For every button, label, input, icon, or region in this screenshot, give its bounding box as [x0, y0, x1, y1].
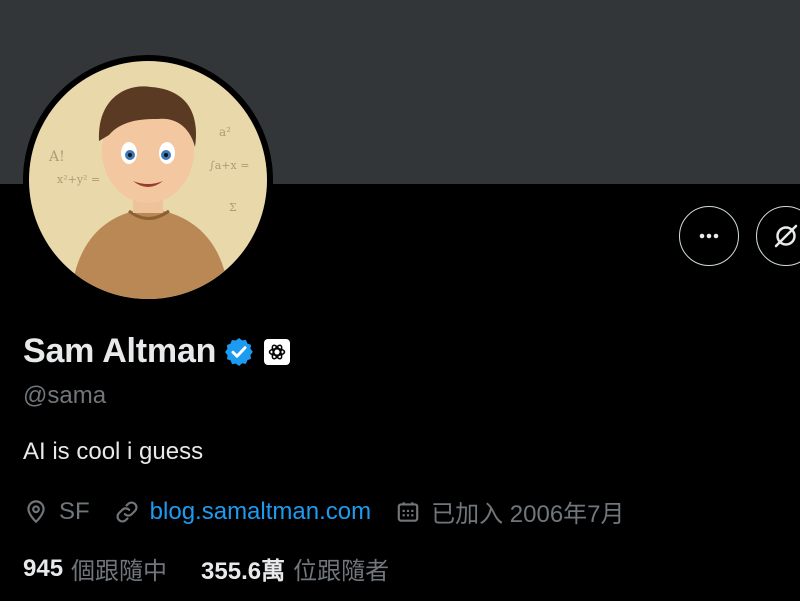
more-options-button[interactable] — [679, 206, 739, 266]
location-item: SF — [23, 498, 90, 526]
svg-text:∫a+x =: ∫a+x = — [209, 159, 249, 172]
display-name: Sam Altman — [23, 332, 217, 370]
username-handle: @sama — [23, 382, 107, 409]
avatar-illustration: A! x²+y² = a² ∫a+x = Σ — [29, 61, 267, 299]
website-link[interactable]: blog.samaltman.com — [150, 498, 371, 526]
svg-text:A!: A! — [48, 149, 65, 165]
grok-icon — [774, 224, 798, 248]
following-count: 945 — [23, 554, 64, 582]
svg-text:a²: a² — [219, 125, 231, 139]
verified-badge-icon[interactable] — [223, 336, 255, 368]
more-dots-icon — [699, 233, 719, 239]
profile-bio: AI is cool i guess — [23, 438, 204, 465]
follow-stats: 945 個跟隨中 355.6萬 位跟隨者 — [23, 551, 423, 586]
grok-button[interactable] — [756, 206, 800, 266]
website-item: blog.samaltman.com — [114, 498, 371, 526]
followers-label: 位跟隨者 — [293, 558, 390, 585]
following-link[interactable]: 945 個跟隨中 — [23, 551, 167, 586]
map-pin-icon — [27, 499, 45, 523]
location-text: SF — [59, 497, 90, 525]
profile-avatar[interactable]: A! x²+y² = a² ∫a+x = Σ — [23, 55, 273, 305]
svg-text:Σ: Σ — [229, 201, 237, 214]
following-label: 個跟隨中 — [71, 558, 168, 585]
link-icon — [116, 500, 138, 523]
svg-text:x²+y² =: x²+y² = — [57, 173, 100, 186]
calendar-icon — [397, 501, 419, 522]
openai-logo-icon — [269, 344, 286, 359]
joined-item: 已加入 2006年7月 — [395, 494, 625, 529]
org-affiliation-badge[interactable] — [264, 338, 291, 365]
profile-meta: SF blog.samaltman.com 已加入 2006年7月 — [23, 494, 649, 529]
followers-link[interactable]: 355.6萬 位跟隨者 — [201, 551, 389, 586]
followers-count: 355.6萬 — [201, 558, 286, 585]
name-row: Sam Altman — [23, 332, 291, 371]
joined-date: 已加入 2006年7月 — [431, 501, 625, 528]
